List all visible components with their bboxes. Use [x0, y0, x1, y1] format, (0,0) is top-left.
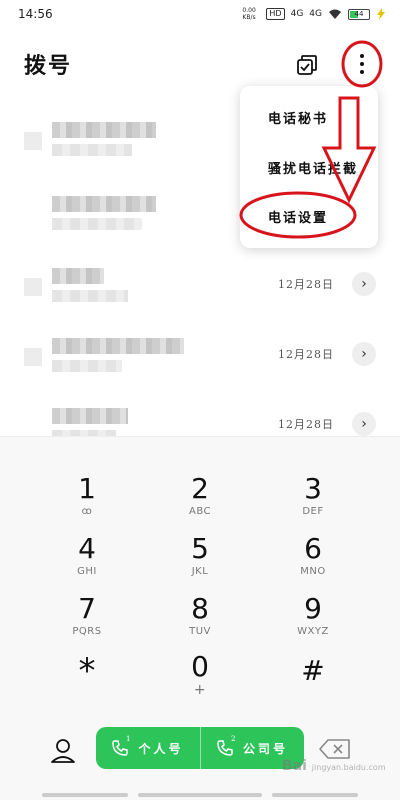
contact-name-blurred [52, 196, 156, 212]
key-3[interactable]: 3 DEF [258, 473, 368, 529]
wifi-icon [329, 9, 341, 19]
key-digit: 4 [78, 532, 96, 565]
key-digit: * [78, 651, 96, 691]
watermark-suffix: jingyan.baidu.com [311, 763, 386, 772]
key-digit: # [301, 654, 325, 687]
multi-select-icon[interactable] [296, 54, 318, 76]
key-hash[interactable]: # [258, 655, 368, 711]
sim2-badge: 2 [231, 735, 236, 743]
gesture-bar [272, 793, 358, 797]
key-letters: WXYZ [297, 626, 329, 637]
key-letters: ABC [188, 506, 211, 517]
call-date: 12月28日 [278, 278, 334, 291]
status-icons: 0.00 KB/s HD 4G 4G 44 [242, 7, 386, 21]
avatar [24, 132, 42, 150]
call-date: 12月28日 [278, 348, 334, 361]
gesture-bar [42, 793, 128, 797]
call-date: 12月28日 [278, 418, 334, 431]
avatar [24, 348, 42, 366]
key-digit: 5 [191, 532, 209, 565]
key-letters: DEF [302, 506, 324, 517]
key-letters: MNO [300, 566, 326, 577]
call-detail-button[interactable]: › [352, 342, 376, 366]
contact-name-blurred [52, 408, 128, 424]
page-title: 拨号 [24, 53, 73, 79]
more-options-icon[interactable] [348, 46, 376, 82]
key-2[interactable]: 2 ABC [145, 473, 255, 529]
key-digit: 3 [304, 472, 322, 505]
key-digit: 1 [78, 472, 96, 505]
battery-level: 44 [354, 10, 364, 18]
chevron-right-icon: › [361, 276, 367, 292]
contact-number-blurred [52, 360, 122, 372]
menu-item-spam-call-blocking[interactable]: 骚扰电话拦截 [268, 158, 358, 177]
watermark-text: Bai [282, 758, 307, 774]
call-detail-button[interactable]: › [352, 412, 376, 436]
avatar [24, 278, 42, 296]
contacts-icon[interactable] [48, 736, 78, 766]
call-sim2-label: 公司号 [242, 741, 288, 756]
backspace-icon[interactable] [318, 738, 352, 760]
key-digit: 9 [304, 592, 322, 625]
sim2-signal-icon: 4G [309, 9, 322, 19]
call-log-row[interactable]: 12月28日 › [0, 256, 400, 326]
sim1-badge: 1 [126, 735, 131, 743]
menu-item-phone-settings[interactable]: 电话设置 [268, 207, 328, 226]
contact-number-blurred [52, 144, 132, 156]
watermark: Bai jingyan.baidu.com [282, 758, 386, 774]
key-digit: 7 [78, 592, 96, 625]
charging-icon [377, 8, 385, 20]
overflow-menu: 电话秘书 骚扰电话拦截 电话设置 [240, 86, 378, 248]
key-4[interactable]: 4 GHI [32, 533, 142, 589]
contact-name-blurred [52, 268, 104, 284]
chevron-right-icon: › [361, 346, 367, 362]
voicemail-icon: ꝏ [81, 506, 93, 517]
call-sim1-label: 个人号 [138, 741, 184, 756]
contact-number-blurred [52, 290, 128, 302]
key-star[interactable]: * [32, 651, 142, 711]
status-time: 14:56 [18, 7, 53, 21]
key-letters: GHI [77, 566, 97, 577]
battery-icon: 44 [348, 8, 370, 20]
call-button-group: 1 个人号 2 公司号 [96, 727, 304, 769]
status-bar: 14:56 0.00 KB/s HD 4G 4G 44 [0, 0, 400, 28]
key-5[interactable]: 5 JKL [145, 533, 255, 589]
key-9[interactable]: 9 WXYZ [258, 593, 368, 649]
key-6[interactable]: 6 MNO [258, 533, 368, 589]
key-1[interactable]: 1ꝏ [32, 473, 142, 529]
key-letters: JKL [191, 566, 209, 577]
key-digit: 2 [191, 472, 209, 505]
gesture-bar [138, 793, 262, 797]
key-letters: + [193, 682, 207, 698]
key-letters: TUV [189, 626, 211, 637]
key-digit: 8 [191, 592, 209, 625]
net-speed: 0.00 KB/s [242, 7, 256, 21]
hd-icon: HD [266, 8, 285, 20]
menu-item-phone-secretary[interactable]: 电话秘书 [268, 108, 328, 127]
call-log-row[interactable]: 12月28日 › [0, 326, 400, 396]
call-detail-button[interactable]: › [352, 272, 376, 296]
contact-name-blurred [52, 338, 184, 354]
call-sim1-button[interactable]: 1 个人号 [96, 727, 200, 769]
contact-number-blurred [52, 218, 142, 230]
key-digit: 6 [304, 532, 322, 565]
key-8[interactable]: 8 TUV [145, 593, 255, 649]
contact-name-blurred [52, 122, 156, 138]
key-digit: 0 [191, 650, 209, 683]
key-letters: PQRS [72, 626, 102, 637]
key-0[interactable]: 0 + [145, 651, 255, 707]
key-7[interactable]: 7 PQRS [32, 593, 142, 649]
chevron-right-icon: › [361, 416, 367, 432]
sim1-signal-icon: 4G [290, 9, 304, 19]
